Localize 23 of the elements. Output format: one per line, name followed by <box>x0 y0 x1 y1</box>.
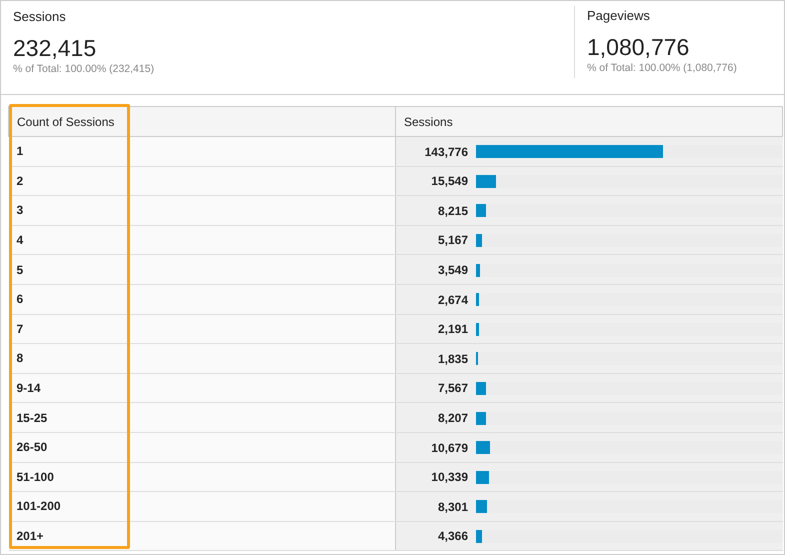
table-cell-text: 2,674 <box>436 292 468 309</box>
column-header[interactable]: Sessions <box>396 106 782 136</box>
metric-label: Pageviews <box>587 7 651 25</box>
table-cell-text: 15,549 <box>430 173 468 190</box>
table-cell-text: 8,215 <box>436 202 468 220</box>
table-cell-text: 5,167 <box>436 232 468 250</box>
metric-value: 1,080,776 <box>587 34 690 62</box>
metric-value: 232,415 <box>13 34 98 62</box>
table-cell-text: 7,567 <box>436 380 468 398</box>
table-cell-text: 4,366 <box>436 528 468 546</box>
column-header[interactable]: Count of Sessions <box>8 106 396 136</box>
table-cell-text: 3,549 <box>436 262 468 280</box>
table-cell-text: 8,301 <box>436 498 468 516</box>
table-cell-text: 8,207 <box>436 410 468 428</box>
table-cell-text: 10,679 <box>430 440 468 457</box>
table-cell-text: 143,776 <box>424 144 468 161</box>
table-cell-text: 1,835 <box>436 350 468 368</box>
metric-note: % of Total: 100.00% (232,415) <box>13 62 154 78</box>
table-cell-text: 10,339 <box>430 469 468 486</box>
metric-label: Sessions <box>13 8 67 26</box>
table-cell-text: 2,191 <box>436 321 468 338</box>
table-cell: 201+ <box>8 521 396 551</box>
metric-note: % of Total: 100.00% (1,080,776) <box>587 61 738 76</box>
